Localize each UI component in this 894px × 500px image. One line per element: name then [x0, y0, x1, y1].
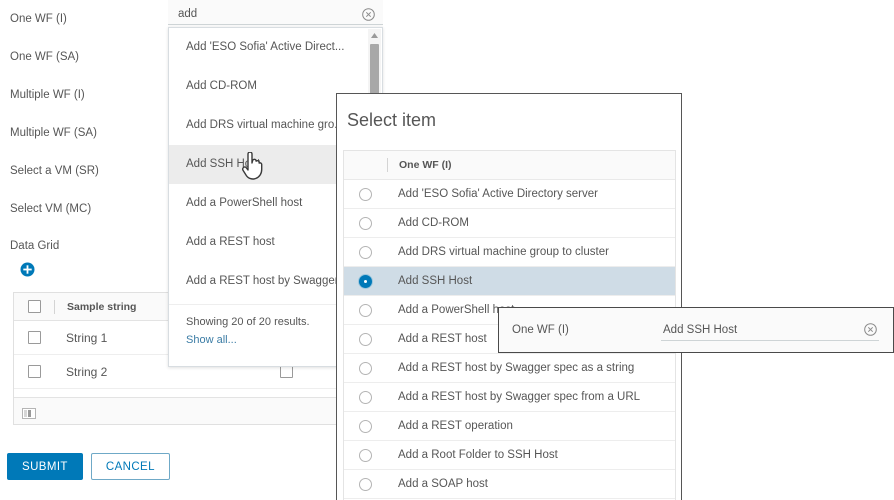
- form-actions: SUBMIT CANCEL: [7, 453, 170, 480]
- row-radio[interactable]: [359, 390, 372, 404]
- row-radio[interactable]: [359, 419, 372, 433]
- radio-cell[interactable]: [344, 332, 387, 346]
- row-label: Add a PowerShell host: [398, 304, 515, 316]
- row-label: Add CD-ROM: [398, 217, 469, 229]
- table-row[interactable]: Add a REST operation: [344, 412, 675, 441]
- typeahead-search-container: add: [168, 0, 383, 27]
- field-label-one-wf-sa: One WF (SA): [10, 51, 80, 63]
- popover-input-value[interactable]: Add SSH Host: [661, 324, 864, 336]
- row-label: Add a Root Folder to SSH Host: [398, 449, 558, 461]
- row-radio[interactable]: [359, 187, 372, 201]
- dialog-title: Select item: [347, 109, 437, 130]
- cancel-button[interactable]: CANCEL: [90, 453, 170, 480]
- row-checkbox[interactable]: [27, 365, 41, 378]
- list-item[interactable]: Add 'ESO Sofia' Active Direct...: [169, 28, 382, 67]
- row-label: Add DRS virtual machine group to cluster: [398, 246, 609, 258]
- app-root: One WF (I) One WF (SA) Multiple WF (I) M…: [0, 0, 894, 500]
- radio-cell[interactable]: [344, 187, 387, 201]
- data-grid-label: Data Grid: [10, 240, 60, 252]
- clear-circle-x-icon[interactable]: [362, 7, 375, 21]
- field-popover: One WF (I) Add SSH Host: [498, 307, 894, 353]
- field-label-select-a-vm-sr: Select a VM (SR): [10, 165, 99, 177]
- row-radio[interactable]: [359, 361, 372, 375]
- radio-cell[interactable]: [344, 477, 387, 491]
- row-radio[interactable]: [359, 477, 372, 491]
- radio-cell[interactable]: [344, 303, 387, 317]
- row-radio[interactable]: [359, 245, 372, 259]
- radio-cell[interactable]: [344, 216, 387, 230]
- row-label: Add a REST host by Swagger spec from a U…: [398, 391, 641, 403]
- radio-cell[interactable]: [344, 245, 387, 259]
- cell-sample-string: String 2: [66, 364, 108, 379]
- caret-up-icon[interactable]: [368, 29, 381, 42]
- row-radio[interactable]: [359, 448, 372, 462]
- table-row[interactable]: Add a REST host by Swagger spec from a U…: [344, 383, 675, 412]
- table-row[interactable]: Add DRS virtual machine group to cluster: [344, 238, 675, 267]
- table-row-selected[interactable]: Add SSH Host: [344, 267, 675, 296]
- row-radio[interactable]: [359, 332, 372, 346]
- row-checkbox-cell[interactable]: [14, 365, 54, 378]
- table-row[interactable]: Add a Root Folder to SSH Host: [344, 441, 675, 470]
- table-row[interactable]: Add a REST host by Swagger spec as a str…: [344, 354, 675, 383]
- table-row[interactable]: Add 'ESO Sofia' Active Directory server: [344, 180, 675, 209]
- select-all-checkbox[interactable]: [27, 300, 41, 313]
- select-all-checkbox-cell[interactable]: [14, 300, 54, 313]
- radio-cell[interactable]: [344, 448, 387, 462]
- row-radio[interactable]: [359, 303, 372, 317]
- cell-sample-string: String 1: [66, 330, 108, 345]
- search-input-value[interactable]: add: [168, 8, 362, 20]
- column-picker-icon[interactable]: [22, 406, 36, 419]
- field-label-one-wf-i: One WF (I): [10, 13, 67, 25]
- select-item-dialog: Select item One WF (I) Add 'ESO Sofia' A…: [336, 93, 682, 500]
- plus-circle-icon[interactable]: [20, 262, 35, 277]
- row-label: Add 'ESO Sofia' Active Directory server: [398, 188, 598, 200]
- table-row[interactable]: Add a SOAP host: [344, 470, 675, 499]
- form-fields-column: One WF (I) One WF (SA) Multiple WF (I) M…: [0, 0, 170, 228]
- row-radio[interactable]: [359, 216, 372, 230]
- clear-circle-x-icon[interactable]: [864, 323, 877, 336]
- row-label: Add a REST operation: [398, 420, 513, 432]
- table-header-row: One WF (I): [344, 151, 675, 180]
- row-label: Add a REST host by Swagger spec as a str…: [398, 362, 635, 374]
- row-label: Add a SOAP host: [398, 478, 488, 490]
- row-checkbox[interactable]: [27, 331, 41, 344]
- radio-cell[interactable]: [344, 274, 387, 288]
- column-header-one-wf-i[interactable]: One WF (I): [388, 159, 452, 171]
- radio-cell[interactable]: [344, 419, 387, 433]
- row-label: Add a REST host: [398, 333, 487, 345]
- popover-input[interactable]: Add SSH Host: [661, 319, 879, 341]
- row-label: Add SSH Host: [398, 275, 473, 287]
- radio-cell[interactable]: [344, 390, 387, 404]
- popover-label: One WF (I): [512, 324, 569, 336]
- row-radio-selected[interactable]: [359, 274, 372, 288]
- field-label-multiple-wf-i: Multiple WF (I): [10, 89, 85, 101]
- field-label-select-vm-mc: Select VM (MC): [10, 203, 92, 215]
- radio-cell[interactable]: [344, 361, 387, 375]
- column-header-sample-string[interactable]: Sample string: [55, 301, 136, 313]
- table-row[interactable]: Add CD-ROM: [344, 209, 675, 238]
- field-label-multiple-wf-sa: Multiple WF (SA): [10, 127, 97, 139]
- submit-button[interactable]: SUBMIT: [7, 453, 83, 480]
- search-input[interactable]: add: [168, 4, 383, 25]
- row-checkbox-cell[interactable]: [14, 331, 54, 344]
